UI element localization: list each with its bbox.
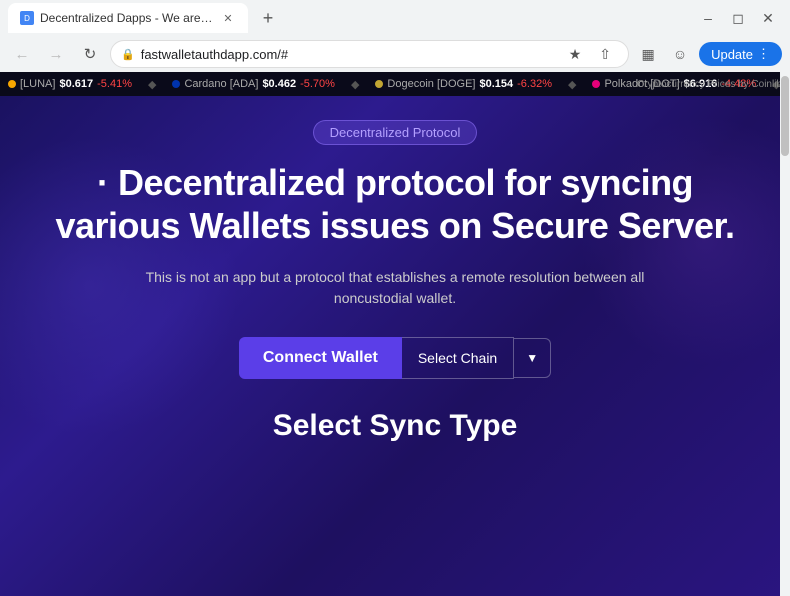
select-chain-dropdown-button[interactable]: ▼ [514, 338, 551, 378]
doge-price: $0.154 [479, 78, 513, 90]
close-window-button[interactable]: ✕ [754, 4, 782, 32]
address-bar-row: ← → ↻ 🔒 fastwalletauthdapp.com/# ★ ⇧ ▦ ☺… [0, 36, 790, 72]
dot-dot [592, 80, 600, 88]
doge-name: Dogecoin [DOGE] [387, 78, 475, 90]
connect-wallet-button[interactable]: Connect Wallet [239, 337, 402, 379]
tab-label: Decentralized Dapps - We are u... [40, 11, 214, 25]
main-content: Decentralized Protocol · Decentralized p… [0, 96, 790, 596]
ticker-item-luna: [LUNA] $0.617 -5.41% [8, 78, 132, 90]
profile-button[interactable]: ☺ [667, 41, 693, 67]
refresh-button[interactable]: ↻ [76, 40, 104, 68]
window-buttons: – ◻ ✕ [694, 4, 782, 32]
new-tab-button[interactable]: + [254, 4, 282, 32]
hero-subtitle: This is not an app but a protocol that e… [135, 267, 655, 309]
forward-button[interactable]: → [42, 40, 70, 68]
hero-title: · Decentralized protocol for syncing var… [35, 161, 755, 247]
address-icons: ★ ⇧ [562, 41, 618, 67]
dropdown-chevron-icon: ▼ [526, 351, 538, 365]
luna-dot [8, 80, 16, 88]
ticker-item-ada: Cardano [ADA] $0.462 -5.70% [172, 78, 335, 90]
ada-name: Cardano [ADA] [184, 78, 258, 90]
active-tab[interactable]: D Decentralized Dapps - We are u... ✕ [8, 3, 248, 33]
scrollbar[interactable] [780, 72, 790, 596]
share-button[interactable]: ⇧ [592, 41, 618, 67]
back-button[interactable]: ← [8, 40, 36, 68]
ticker-separator-1: ◆ [148, 78, 156, 91]
restore-button[interactable]: ◻ [724, 4, 752, 32]
update-label: Update [711, 47, 753, 62]
tab-favicon: D [20, 11, 34, 25]
bookmark-button[interactable]: ★ [562, 41, 588, 67]
lock-icon: 🔒 [121, 48, 135, 61]
update-menu-icon: ⋮ [757, 46, 770, 62]
address-bar[interactable]: 🔒 fastwalletauthdapp.com/# ★ ⇧ [110, 40, 629, 68]
title-bar: D Decentralized Dapps - We are u... ✕ + … [0, 0, 790, 36]
url-text: fastwalletauthdapp.com/# [141, 47, 556, 62]
luna-name: [LUNA] [20, 78, 55, 90]
minimize-button[interactable]: – [694, 4, 722, 32]
ticker-separator-3: ◆ [568, 78, 576, 91]
protocol-badge: Decentralized Protocol [313, 120, 478, 145]
ticker-source: Cryptocurrency Prices by Coinlib [637, 79, 782, 90]
ticker-bar: [LUNA] $0.617 -5.41% ◆ Cardano [ADA] $0.… [0, 72, 790, 96]
ada-change: -5.70% [300, 78, 335, 90]
select-sync-section: Select Sync Type [20, 409, 770, 443]
scrollbar-thumb[interactable] [781, 76, 789, 156]
ada-price: $0.462 [262, 78, 296, 90]
cta-row: Connect Wallet Select Chain ▼ [239, 337, 551, 379]
ticker-item-doge: Dogecoin [DOGE] $0.154 -6.32% [375, 78, 552, 90]
select-chain-button[interactable]: Select Chain [402, 337, 514, 379]
luna-price: $0.617 [59, 78, 93, 90]
ada-dot [172, 80, 180, 88]
browser-chrome: D Decentralized Dapps - We are u... ✕ + … [0, 0, 790, 72]
tab-close-button[interactable]: ✕ [220, 10, 236, 26]
ticker-separator-2: ◆ [351, 78, 359, 91]
page-wrapper: D Decentralized Dapps - We are u... ✕ + … [0, 0, 790, 596]
extensions-button[interactable]: ▦ [635, 41, 661, 67]
select-sync-title: Select Sync Type [20, 409, 770, 443]
update-button[interactable]: Update ⋮ [699, 42, 782, 66]
doge-change: -6.32% [517, 78, 552, 90]
luna-change: -5.41% [97, 78, 132, 90]
doge-dot [375, 80, 383, 88]
